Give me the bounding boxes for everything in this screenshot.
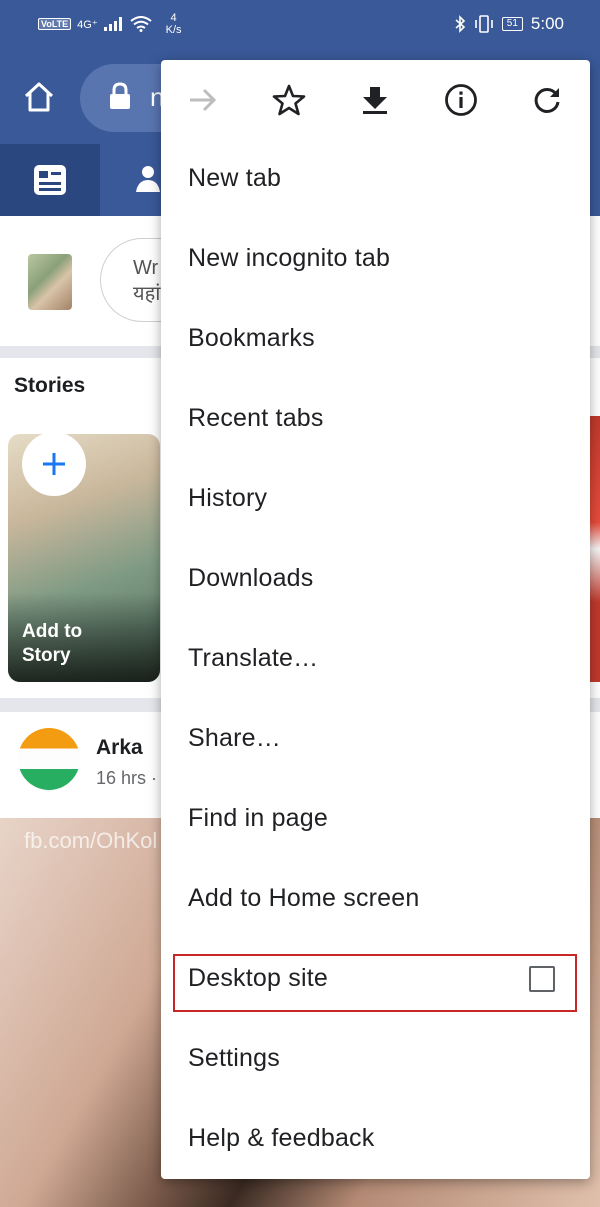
battery-level: 51 [501, 17, 523, 31]
menu-item-label: Settings [188, 1044, 280, 1072]
menu-item-new-tab[interactable]: New tab [161, 140, 590, 220]
post-author-name[interactable]: Arka [96, 736, 143, 760]
menu-item-label: Translate… [188, 644, 319, 672]
menu-item-label: Bookmarks [188, 324, 315, 352]
menu-item-history[interactable]: History [161, 460, 590, 540]
avatar[interactable] [28, 254, 72, 310]
status-right: 51 5:00 [454, 14, 564, 34]
menu-item-help-feedback[interactable]: Help & feedback [161, 1100, 590, 1180]
forward-icon[interactable] [185, 82, 221, 118]
star-icon[interactable] [271, 82, 307, 118]
plus-icon [43, 453, 65, 475]
story-card-partial[interactable] [590, 416, 600, 682]
tab-news-feed[interactable] [0, 144, 100, 216]
image-watermark: fb.com/OhKol [24, 828, 158, 853]
download-icon[interactable] [357, 82, 393, 118]
speed-value: 4 [170, 12, 177, 24]
desktop-site-checkbox[interactable] [529, 966, 555, 992]
menu-item-settings[interactable]: Settings [161, 1020, 590, 1100]
signal-icon [103, 17, 122, 31]
refresh-icon[interactable] [529, 82, 565, 118]
post-author-avatar[interactable] [18, 728, 80, 790]
menu-item-downloads[interactable]: Downloads [161, 540, 590, 620]
bluetooth-icon [455, 15, 465, 33]
lock-icon [110, 82, 130, 109]
menu-item-label: History [188, 484, 268, 512]
add-story-label: Add to Story [22, 620, 82, 668]
menu-item-label: Recent tabs [188, 404, 324, 432]
menu-item-label: Add to Home screen [188, 884, 420, 912]
menu-item-label: Share… [188, 724, 281, 752]
vibrate-icon [474, 15, 493, 33]
speed-indicator: 4 K/s [166, 12, 182, 36]
post-timestamp: 16 hrs · [96, 768, 158, 788]
menu-item-find-in-page[interactable]: Find in page [161, 780, 590, 860]
menu-item-label: Downloads [188, 564, 314, 592]
status-bar: VoLTE 4G⁺ 4 K/s 51 5:00 [0, 0, 600, 52]
stories-title: Stories [14, 374, 86, 397]
menu-item-bookmarks[interactable]: Bookmarks [161, 300, 590, 380]
menu-item-share[interactable]: Share… [161, 700, 590, 780]
home-icon[interactable] [22, 80, 56, 114]
add-story-label-line1: Add to [22, 621, 83, 642]
network-type: 4G⁺ [77, 18, 98, 31]
wifi-icon [130, 16, 152, 32]
browser-overflow-menu: New tab New incognito tab Bookmarks Rece… [161, 60, 590, 1179]
menu-item-recent-tabs[interactable]: Recent tabs [161, 380, 590, 460]
add-story-card[interactable]: Add to Story [8, 434, 160, 682]
menu-item-label: Find in page [188, 804, 328, 832]
add-story-label-line2: Story [22, 645, 71, 666]
menu-item-label: New incognito tab [188, 244, 391, 272]
menu-item-label: Help & feedback [188, 1124, 375, 1152]
info-icon[interactable] [443, 82, 479, 118]
volte-badge: VoLTE [38, 18, 72, 30]
clock: 5:00 [530, 14, 564, 33]
menu-item-new-incognito-tab[interactable]: New incognito tab [161, 220, 590, 300]
desktop-site-highlight [173, 954, 577, 1012]
menu-icon-row [161, 60, 590, 140]
friends-icon[interactable] [130, 164, 160, 194]
speed-unit: K/s [165, 24, 182, 36]
news-feed-icon [34, 165, 66, 195]
menu-item-translate[interactable]: Translate… [161, 620, 590, 700]
menu-item-add-to-home-screen[interactable]: Add to Home screen [161, 860, 590, 940]
add-story-button[interactable] [22, 434, 86, 496]
menu-item-label: New tab [188, 164, 282, 192]
status-left: VoLTE 4G⁺ 4 K/s [38, 12, 182, 36]
